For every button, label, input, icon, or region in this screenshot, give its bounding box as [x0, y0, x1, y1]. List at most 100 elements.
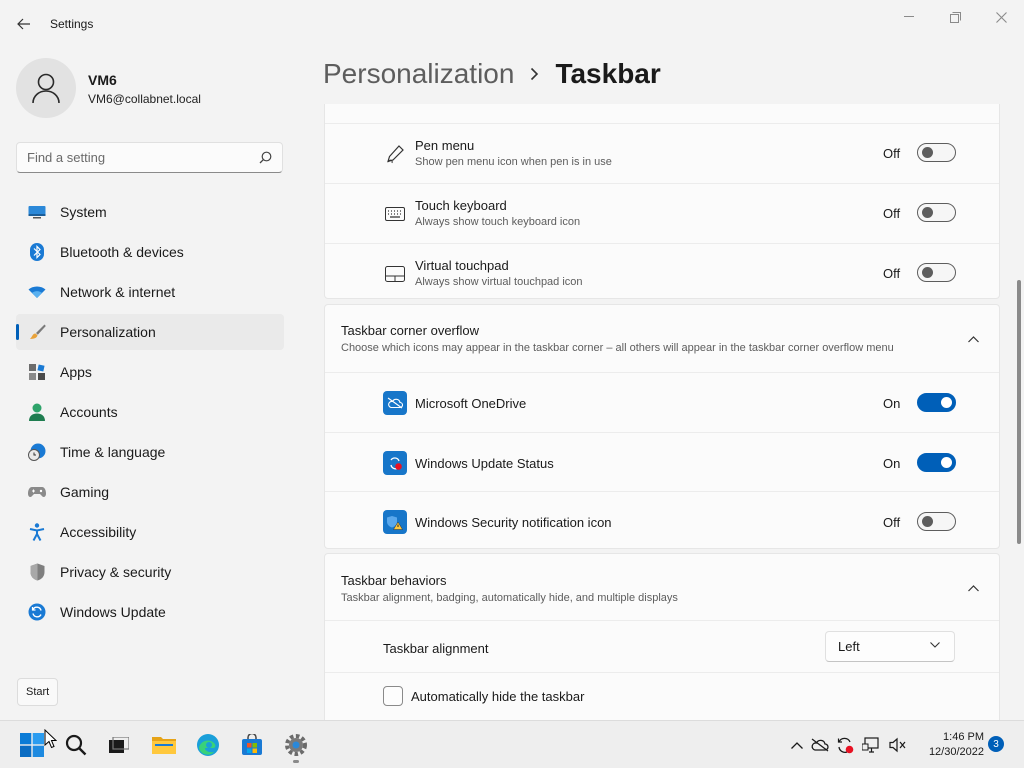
- sidebar-item-accessibility[interactable]: Accessibility: [16, 514, 284, 550]
- corner-overflow-header[interactable]: Taskbar corner overflow Choose which ico…: [325, 305, 999, 372]
- close-button[interactable]: [978, 4, 1024, 30]
- cloud-off-icon: [811, 738, 829, 752]
- virtual-touchpad-toggle[interactable]: [917, 263, 956, 282]
- toggle-knob: [941, 457, 952, 468]
- touch-keyboard-row: Touch keyboard Always show touch keyboar…: [325, 184, 999, 243]
- behaviors-subtitle: Taskbar alignment, badging, automaticall…: [341, 592, 678, 604]
- edge-button[interactable]: [190, 727, 226, 763]
- pen-menu-title: Pen menu: [415, 138, 475, 153]
- maximize-button[interactable]: [932, 4, 978, 30]
- search-button[interactable]: [58, 727, 94, 763]
- onedrive-tray-icon[interactable]: [810, 735, 830, 755]
- sidebar-item-privacy-security[interactable]: Privacy & security: [16, 554, 284, 590]
- windows-security-state: Off: [883, 515, 901, 530]
- search-box[interactable]: [16, 142, 283, 173]
- store-button[interactable]: [234, 727, 270, 763]
- chevron-up-icon: [791, 741, 803, 749]
- wifi-icon: [28, 283, 46, 301]
- sidebar-item-time-language[interactable]: Time & language: [16, 434, 284, 470]
- notification-badge[interactable]: 3: [988, 736, 1004, 752]
- taskbar-alignment-dropdown[interactable]: Left: [825, 631, 955, 662]
- behaviors-header[interactable]: Taskbar behaviors Taskbar alignment, bad…: [325, 554, 999, 620]
- minimize-button[interactable]: [886, 4, 932, 30]
- page-title: Taskbar: [555, 58, 661, 89]
- gear-icon: [285, 734, 307, 756]
- corner-overflow-card: Taskbar corner overflow Choose which ico…: [324, 304, 1000, 549]
- touch-keyboard-state: Off: [883, 206, 901, 221]
- user-name: VM6: [88, 72, 117, 88]
- windows-update-status-title: Windows Update Status: [415, 456, 554, 471]
- onedrive-title: Microsoft OneDrive: [415, 396, 527, 411]
- update-status-icon: [383, 451, 407, 475]
- bluetooth-icon: [28, 243, 46, 261]
- sidebar-item-windows-update[interactable]: Windows Update: [16, 594, 284, 630]
- sidebar-item-gaming[interactable]: Gaming: [16, 474, 284, 510]
- sidebar-item-personalization[interactable]: Personalization: [16, 314, 284, 350]
- apps-icon: [28, 363, 46, 381]
- windows-update-status-toggle[interactable]: [917, 453, 956, 472]
- behaviors-card: Taskbar behaviors Taskbar alignment, bad…: [324, 553, 1000, 720]
- dropdown-value: Left: [838, 639, 860, 654]
- pen-menu-state: Off: [883, 146, 901, 161]
- store-icon: [242, 734, 262, 755]
- search-input[interactable]: [17, 143, 247, 172]
- taskbar: 1:46 PM 12/30/2022 3: [0, 720, 1024, 768]
- behaviors-title: Taskbar behaviors: [341, 573, 447, 588]
- back-button[interactable]: [10, 10, 38, 38]
- taskbar-alignment-row: Taskbar alignment Left: [325, 621, 999, 672]
- onedrive-icon: [383, 391, 407, 415]
- auto-hide-label: Automatically hide the taskbar: [411, 689, 585, 704]
- chevron-up-icon[interactable]: [961, 576, 985, 600]
- settings-app-button[interactable]: [278, 727, 314, 763]
- sidebar-item-label: Windows Update: [60, 604, 166, 620]
- corner-overflow-subtitle: Choose which icons may appear in the tas…: [341, 342, 894, 354]
- auto-hide-checkbox[interactable]: [383, 686, 403, 706]
- sidebar-item-system[interactable]: System: [16, 194, 284, 230]
- sidebar-item-label: Apps: [60, 364, 92, 380]
- touchpad-icon: [383, 262, 407, 286]
- onedrive-toggle[interactable]: [917, 393, 956, 412]
- network-tray-icon[interactable]: [861, 735, 881, 755]
- update-tray-icon[interactable]: [835, 735, 855, 755]
- windows-security-toggle[interactable]: [917, 512, 956, 531]
- windows-security-row: Windows Security notification icon Off: [325, 492, 999, 551]
- virtual-touchpad-title: Virtual touchpad: [415, 258, 509, 273]
- sidebar-item-apps[interactable]: Apps: [16, 354, 284, 390]
- user-email: VM6@collabnet.local: [88, 92, 201, 106]
- pen-menu-toggle[interactable]: [917, 143, 956, 162]
- windows-update-status-state: On: [883, 456, 901, 471]
- toggle-knob: [922, 516, 933, 527]
- task-view-button[interactable]: [101, 727, 137, 763]
- shield-icon: [28, 563, 46, 581]
- sidebar-item-bluetooth[interactable]: Bluetooth & devices: [16, 234, 284, 270]
- sidebar-item-label: Accounts: [60, 404, 118, 420]
- volume-muted-icon: [889, 737, 906, 753]
- accessibility-icon: [28, 523, 46, 541]
- chevron-up-icon[interactable]: [961, 327, 985, 351]
- arrow-left-icon: [17, 18, 30, 30]
- network-icon: [862, 737, 879, 753]
- toggle-knob: [922, 147, 933, 158]
- sidebar-item-label: Gaming: [60, 484, 110, 500]
- auto-hide-row: Automatically hide the taskbar: [325, 673, 999, 720]
- sidebar-nav: System Bluetooth & devices Network & int…: [16, 194, 284, 634]
- title-bar: Settings: [0, 0, 1024, 48]
- sidebar-item-network[interactable]: Network & internet: [16, 274, 284, 310]
- file-explorer-button[interactable]: [146, 727, 182, 763]
- volume-tray-icon[interactable]: [888, 735, 908, 755]
- breadcrumb-parent[interactable]: Personalization: [323, 58, 514, 90]
- chevron-right-icon: [530, 67, 539, 81]
- onedrive-state: On: [883, 396, 901, 411]
- touch-keyboard-toggle[interactable]: [917, 203, 956, 222]
- sidebar-item-accounts[interactable]: Accounts: [16, 394, 284, 430]
- search-icon[interactable]: [259, 151, 272, 164]
- avatar[interactable]: [16, 58, 76, 118]
- touch-keyboard-subtitle: Always show touch keyboard icon: [415, 216, 581, 228]
- content-scrollbar[interactable]: [1017, 280, 1021, 544]
- pen-icon: [383, 142, 407, 166]
- minimize-icon: [904, 16, 914, 17]
- virtual-touchpad-state: Off: [883, 266, 901, 281]
- onedrive-row: Microsoft OneDrive On: [325, 373, 999, 432]
- clock[interactable]: 1:46 PM 12/30/2022: [914, 730, 984, 760]
- show-hidden-icons-button[interactable]: [787, 735, 807, 755]
